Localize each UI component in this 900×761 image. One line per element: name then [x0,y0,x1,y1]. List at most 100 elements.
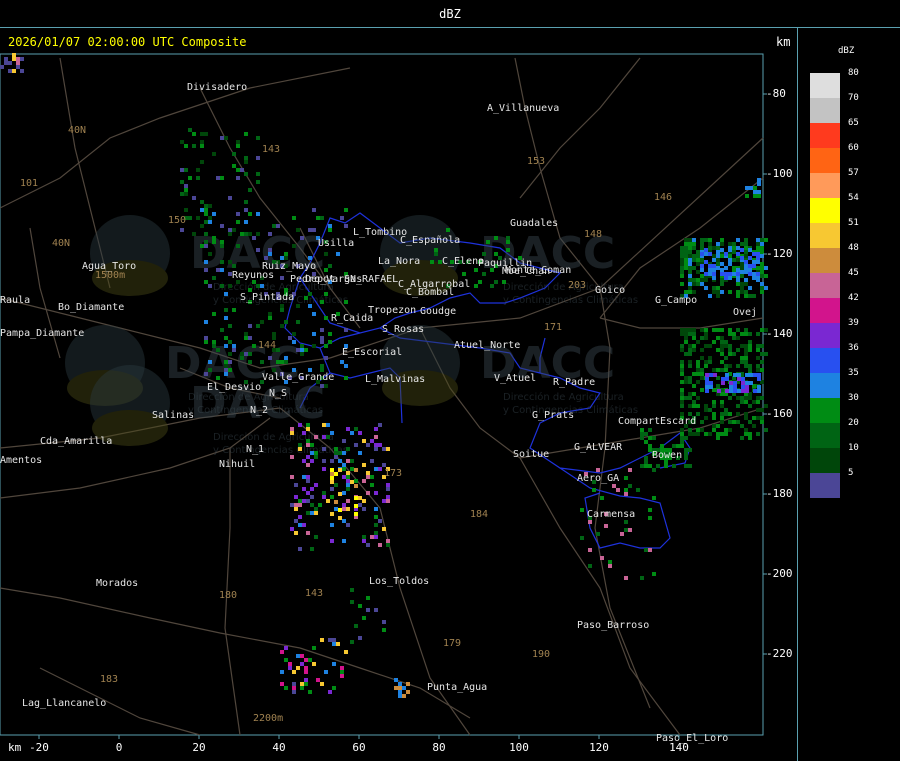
place-label: C_Algarrobal [398,279,470,290]
timestamp-header: 2026/01/07 02:00:00 UTC Composite [8,35,247,49]
place-label: Monte_Coman [505,265,571,276]
x-tick-label: 80 [432,741,446,754]
route-number: 148 [584,229,602,240]
legend-swatch [810,398,840,423]
legend-value: 51 [848,218,859,228]
legend-value: 70 [848,93,859,103]
legend-swatch [810,148,840,173]
route-number: 144 [258,340,276,351]
x-tick-label: 40 [272,741,286,754]
place-label: S_Pintada [240,292,294,303]
place-label: C_Española [400,235,460,246]
contour-label: 1500m [95,270,125,281]
legend-swatch [810,323,840,348]
legend-swatch [810,248,840,273]
legend-value: 80 [848,68,859,78]
place-label: R_Caida [331,313,373,324]
legend-unit: dBZ [838,46,855,56]
legend-value: 54 [848,193,859,203]
radar-map[interactable]: DACCDirección de Agriculturay Contingenc… [0,28,797,761]
legend-value: 5 [848,468,854,478]
x-tick-label: 60 [352,741,366,754]
place-label: G_Campo [655,295,697,306]
legend-swatch [810,473,840,498]
y-tick-label: -120 [766,247,793,260]
place-label: Cda_Amarilla [40,436,112,447]
y-tick-label: -200 [766,567,793,580]
place-label: Pampa_Diamante [0,328,84,339]
legend-value: 60 [848,143,859,153]
route-number: 179 [443,638,461,649]
route-number: 153 [527,156,545,167]
x-tick-label: -20 [29,741,49,754]
route-number: 150 [168,215,186,226]
route-number: 173 [384,468,402,479]
route-number: 143 [262,144,280,155]
place-label: G_Prats [532,410,574,421]
legend-swatch [810,123,840,148]
legend-swatch [810,73,840,98]
place-label: Guadales [510,218,558,229]
legend-value: 42 [848,293,859,303]
place-label: Amentos [0,455,42,466]
legend-value: 36 [848,343,859,353]
route-number: 171 [544,322,562,333]
place-label: Bo_Diamante [58,302,124,313]
x-tick-label: 20 [192,741,206,754]
place-label: Goico [595,285,625,296]
route-number: 40N [52,238,70,249]
x-tick-label: 100 [509,741,529,754]
route-number: 143 [305,588,323,599]
legend-swatch [810,198,840,223]
legend-swatch [810,273,840,298]
place-label: R_Padre [553,377,595,388]
place-label: Morados [96,578,138,589]
place-label: L_Malvinas [365,374,425,385]
svg-text:y Contingencias Climáticas: y Contingencias Climáticas [213,444,348,456]
place-label: Raula [0,295,30,306]
route-number: 184 [470,509,488,520]
place-label: Aero_GA [577,473,619,484]
route-number: 180 [219,590,237,601]
legend-swatch [810,423,840,448]
legend-value: 20 [848,418,859,428]
route-number: 40N [68,125,86,136]
place-label: Salinas [152,410,194,421]
y-tick-label: -180 [766,487,793,500]
place-label: La_Nora [378,256,420,267]
place-label: Lag_Llancanelo [22,698,106,709]
legend-swatch [810,173,840,198]
place-label: Escard [660,416,696,427]
place-label: G_ALVEAR [574,442,623,453]
legend-value: 65 [848,118,859,128]
title-bar: dBZ [0,0,900,28]
place-label: Soitue [513,449,549,460]
legend-value: 35 [848,368,859,378]
legend-value: 30 [848,393,859,403]
place-label: Los_Toldos [369,576,429,587]
x-tick-label: 0 [115,741,123,754]
legend-value: 10 [848,443,859,453]
x-tick-label: 120 [589,741,609,754]
place-label: Atuel_Norte [454,340,520,351]
svg-text:Dirección de Agricultura: Dirección de Agricultura [503,391,624,403]
place-label: N_2 [250,405,268,416]
place-label: Compart [618,416,660,427]
route-number: 101 [20,178,38,189]
place-label: Pedro_Vargas [290,274,362,285]
y-tick-label: -160 [766,407,793,420]
place-label: Bowen [652,450,682,461]
legend-value: 48 [848,243,859,253]
dacc-watermark: DACCDirección de Agriculturay Contingenc… [380,325,638,416]
place-label: Punta_Agua [427,682,487,693]
place-label: N_S [269,388,287,399]
place-label: Ovej [733,307,757,318]
legend-swatch [810,298,840,323]
legend-swatch [810,223,840,248]
legend-value: 39 [848,318,859,328]
radar-map-panel[interactable]: DACC Dirección de Agricultura y Contingenc… [0,28,798,761]
y-tick-label: -80 [766,87,786,100]
place-label: V_Atuel [494,373,536,384]
route-number: 203 [568,280,586,291]
place-label: N_1 [246,444,264,455]
